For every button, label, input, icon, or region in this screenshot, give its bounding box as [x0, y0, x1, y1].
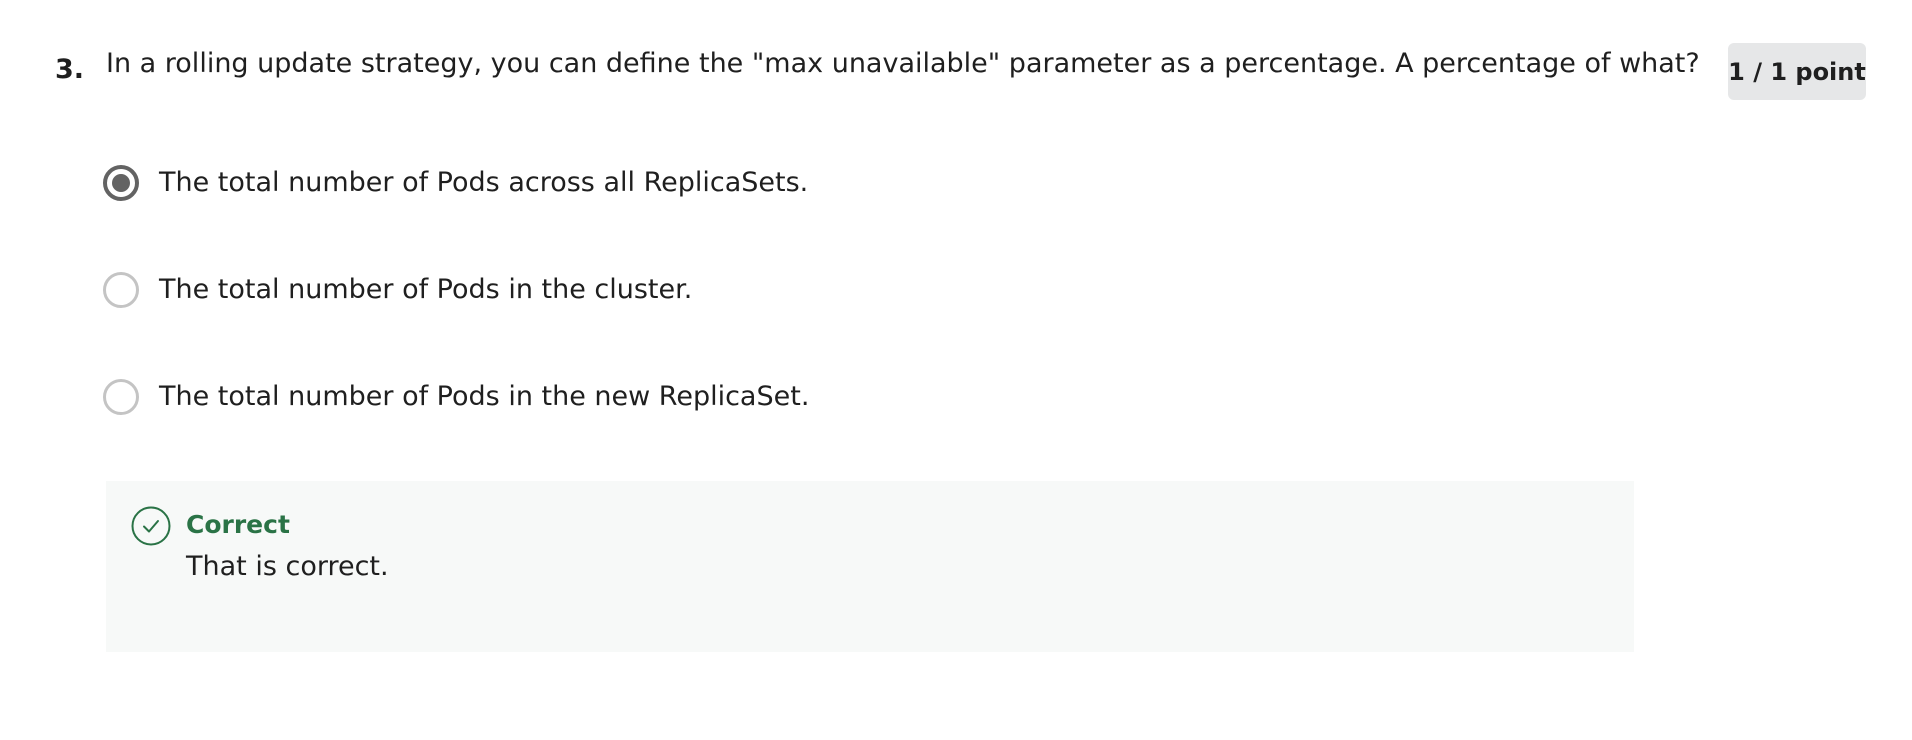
- feedback-panel: Correct That is correct.: [106, 481, 1634, 652]
- answer-option-1[interactable]: The total number of Pods across all Repl…: [103, 161, 808, 205]
- answer-option-label: The total number of Pods across all Repl…: [159, 167, 809, 198]
- answer-option-label: The total number of Pods in the cluster.: [159, 274, 693, 305]
- answer-option-3[interactable]: The total number of Pods in the new Repl…: [103, 375, 809, 419]
- radio-button-selected[interactable]: [103, 165, 139, 201]
- feedback-status: Correct: [186, 510, 290, 539]
- radio-button[interactable]: [103, 272, 139, 308]
- answer-option-label: The total number of Pods in the new Repl…: [159, 381, 810, 412]
- answer-option-2[interactable]: The total number of Pods in the cluster.: [103, 268, 692, 312]
- question-number: 3.: [55, 54, 85, 85]
- question-text: In a rolling update strategy, you can de…: [106, 48, 1700, 79]
- score-badge: 1 / 1 point: [1728, 43, 1866, 100]
- check-circle-icon: [131, 506, 171, 546]
- quiz-question: 3. In a rolling update strategy, you can…: [0, 0, 1912, 740]
- radio-button[interactable]: [103, 379, 139, 415]
- feedback-message: That is correct.: [186, 551, 389, 582]
